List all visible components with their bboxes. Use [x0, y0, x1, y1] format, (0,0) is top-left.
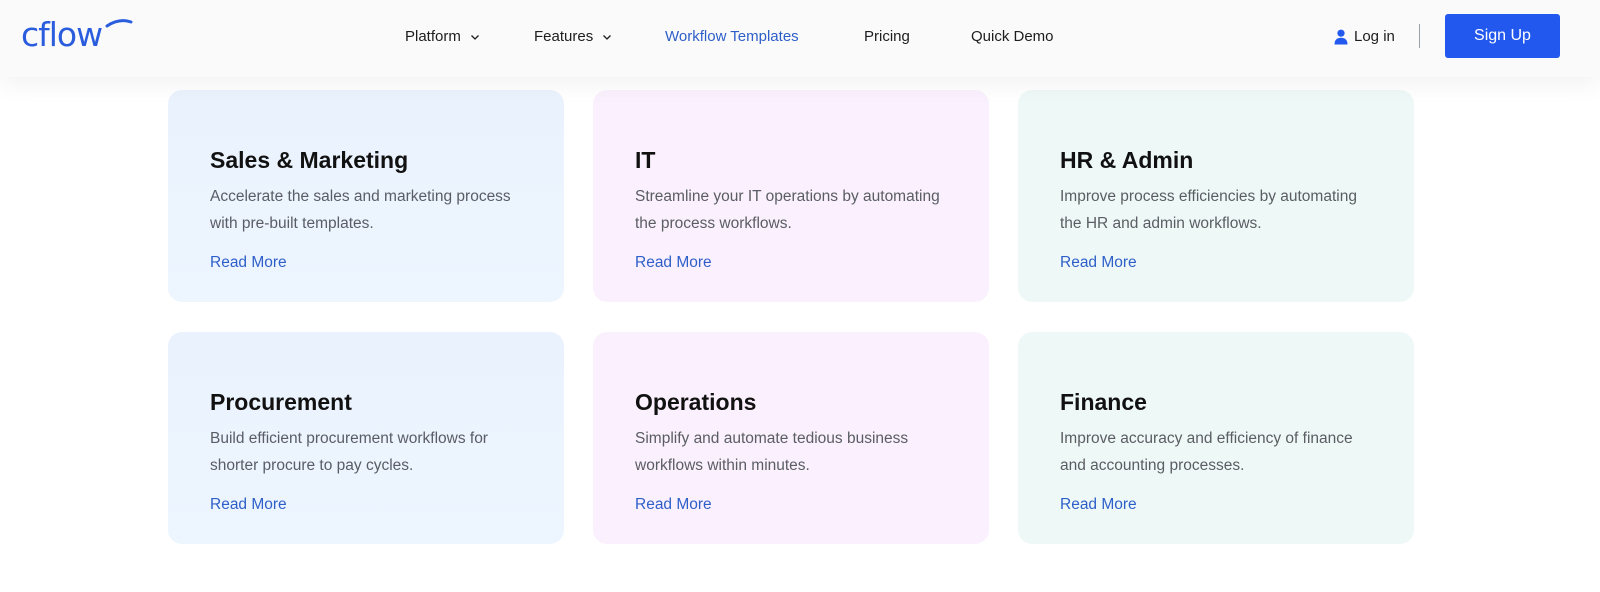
card-title: Sales & Marketing: [210, 147, 409, 173]
nav-pricing-label: Pricing: [864, 28, 910, 45]
card-title: Finance: [1060, 389, 1147, 415]
nav-platform[interactable]: Platform: [405, 27, 481, 47]
card-description: Improve process efficiencies by automati…: [1060, 188, 1357, 232]
card-description: Build efficient procurement workflows fo…: [210, 430, 488, 474]
sign-up-button[interactable]: Sign Up: [1445, 14, 1560, 58]
category-card-finance: Finance Improve accuracy and efficiency …: [1018, 332, 1414, 544]
nav-features[interactable]: Features: [534, 27, 613, 47]
nav-platform-label: Platform: [405, 28, 461, 45]
category-card-sales-marketing: Sales & Marketing Accelerate the sales a…: [168, 90, 564, 302]
workflow-categories-grid: Sales & Marketing Accelerate the sales a…: [0, 0, 1600, 592]
category-card-operations: Operations Simplify and automate tedious…: [593, 332, 989, 544]
header-divider: [1419, 24, 1420, 48]
read-more-link[interactable]: Read More: [635, 253, 712, 273]
top-navigation-bar: cflow Platform Features Workflow Templat…: [0, 0, 1600, 77]
category-card-it: IT Streamline your IT operations by auto…: [593, 90, 989, 302]
nav-features-label: Features: [534, 28, 594, 45]
read-more-link[interactable]: Read More: [1060, 495, 1137, 515]
read-more-link[interactable]: Read More: [210, 495, 287, 515]
card-description: Simplify and automate tedious business w…: [635, 430, 909, 474]
card-title: IT: [635, 147, 656, 173]
nav-workflow-templates[interactable]: Workflow Templates: [665, 27, 799, 47]
card-title: Operations: [635, 389, 757, 415]
user-icon: [1334, 29, 1348, 45]
login-label: Log in: [1354, 28, 1395, 45]
card-description: Streamline your IT operations by automat…: [635, 188, 940, 232]
nav-workflow-templates-label: Workflow Templates: [665, 28, 799, 45]
chevron-down-icon: [470, 35, 479, 40]
card-title: HR & Admin: [1060, 147, 1194, 173]
category-card-procurement: Procurement Build efficient procurement …: [168, 332, 564, 544]
card-title: Procurement: [210, 389, 352, 415]
read-more-link[interactable]: Read More: [210, 253, 287, 273]
login-link[interactable]: Log in: [1334, 27, 1395, 47]
category-card-hr-admin: HR & Admin Improve process efficiencies …: [1018, 90, 1414, 302]
read-more-link[interactable]: Read More: [635, 495, 712, 515]
nav-quick-demo-label: Quick Demo: [971, 28, 1054, 45]
chevron-down-icon: [603, 35, 612, 40]
nav-quick-demo[interactable]: Quick Demo: [971, 27, 1054, 47]
card-description: Improve accuracy and efficiency of finan…: [1060, 430, 1353, 474]
card-description: Accelerate the sales and marketing proce…: [210, 188, 511, 232]
nav-pricing[interactable]: Pricing: [864, 27, 910, 47]
read-more-link[interactable]: Read More: [1060, 253, 1137, 273]
